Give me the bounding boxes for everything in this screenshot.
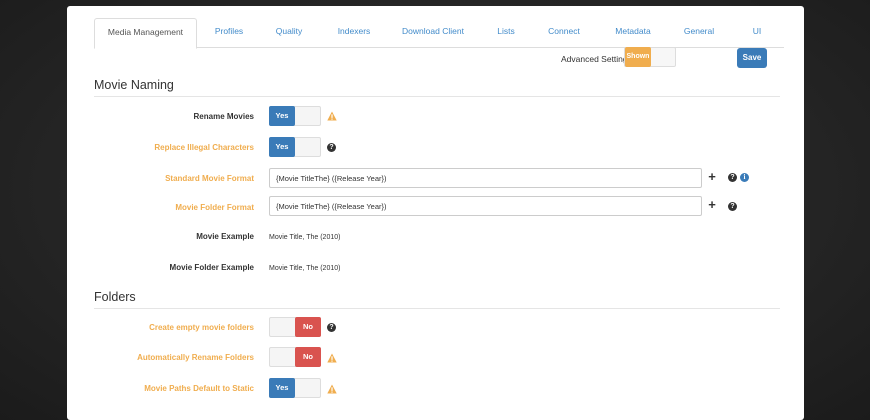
folder-format-add-token-button[interactable]: + — [704, 196, 720, 214]
settings-tabs: Media Management Profiles Quality Indexe… — [94, 18, 784, 49]
folder-format-input[interactable] — [269, 196, 702, 216]
paths-static-toggle[interactable]: Yes — [269, 378, 321, 398]
auto-rename-no: No — [295, 347, 321, 367]
standard-format-add-token-button[interactable]: + — [704, 168, 720, 186]
create-empty-label: Create empty movie folders — [149, 323, 254, 332]
tab-lists[interactable]: Lists — [490, 18, 522, 48]
folder-example-label: Movie Folder Example — [169, 263, 254, 272]
save-button[interactable]: Save — [737, 48, 767, 68]
tab-profiles[interactable]: Profiles — [204, 18, 254, 48]
help-icon[interactable]: ? — [728, 202, 737, 211]
tab-general[interactable]: General — [678, 18, 720, 48]
auto-rename-label: Automatically Rename Folders — [137, 353, 254, 362]
tab-metadata[interactable]: Metadata — [607, 18, 659, 48]
folder-example-value: Movie Title, The (2010) — [269, 265, 341, 272]
replace-illegal-label: Replace Illegal Characters — [154, 143, 254, 152]
settings-panel: Media Management Profiles Quality Indexe… — [67, 6, 804, 420]
tab-ui[interactable]: UI — [742, 18, 772, 48]
help-icon[interactable]: ? — [327, 323, 336, 332]
rename-movies-label: Rename Movies — [193, 112, 254, 121]
advanced-settings-state: Shown — [625, 47, 651, 67]
advanced-settings-label: Advanced Settings — [561, 54, 632, 64]
standard-format-label: Standard Movie Format — [165, 174, 254, 183]
paths-static-label: Movie Paths Default to Static — [144, 384, 254, 393]
help-icon[interactable]: ? — [327, 143, 336, 152]
warning-icon — [327, 353, 337, 363]
advanced-settings-toggle[interactable]: Shown — [624, 47, 676, 67]
tab-download-client[interactable]: Download Client — [400, 18, 466, 48]
movie-naming-heading: Movie Naming — [94, 78, 780, 97]
warning-icon — [327, 384, 337, 394]
create-empty-toggle[interactable]: No — [269, 317, 321, 337]
paths-static-yes: Yes — [269, 378, 295, 398]
tab-connect[interactable]: Connect — [542, 18, 586, 48]
warning-icon — [327, 111, 337, 121]
rename-movies-toggle[interactable]: Yes — [269, 106, 321, 126]
folders-heading: Folders — [94, 290, 780, 309]
tab-media-management[interactable]: Media Management — [94, 18, 197, 49]
standard-format-input[interactable] — [269, 168, 702, 188]
movie-example-label: Movie Example — [196, 232, 254, 241]
help-icon[interactable]: ? — [728, 173, 737, 182]
info-icon[interactable]: i — [740, 173, 749, 182]
replace-illegal-yes: Yes — [269, 137, 295, 157]
create-empty-no: No — [295, 317, 321, 337]
tab-indexers[interactable]: Indexers — [330, 18, 378, 48]
auto-rename-toggle[interactable]: No — [269, 347, 321, 367]
replace-illegal-toggle[interactable]: Yes — [269, 137, 321, 157]
rename-movies-yes: Yes — [269, 106, 295, 126]
tab-quality[interactable]: Quality — [266, 18, 312, 48]
folder-format-label: Movie Folder Format — [175, 203, 254, 212]
movie-example-value: Movie Title, The (2010) — [269, 234, 341, 241]
